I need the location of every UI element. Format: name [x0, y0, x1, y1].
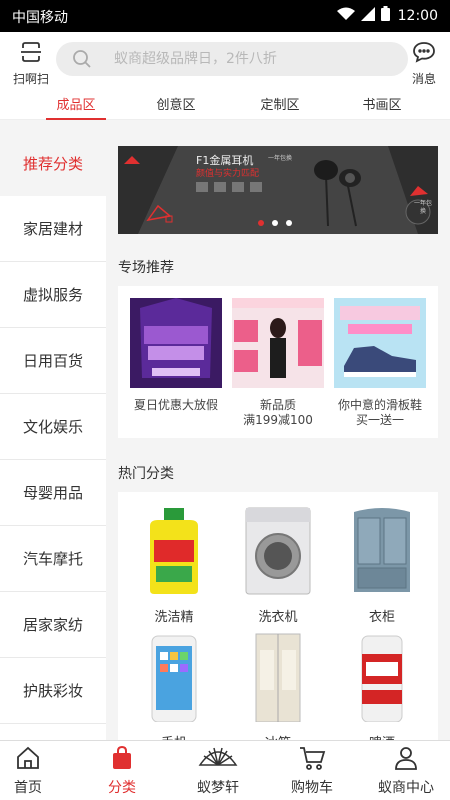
- special-caption-sub: 满199减100: [243, 413, 313, 427]
- category-content: F1金属耳机 一年包换 颜值与实力匹配 一年包换 专场推荐 夏日优惠大放假 新品…: [106, 130, 450, 740]
- hot-item-label: 洗衣机: [258, 610, 298, 625]
- banner-badge: 一年包换: [414, 200, 433, 215]
- smartphone-icon: [134, 632, 214, 723]
- sidebar-item-home-building[interactable]: 家居建材: [0, 196, 106, 262]
- carousel-dot[interactable]: [258, 220, 264, 226]
- hot-item-beer[interactable]: 啤酒: [334, 632, 430, 740]
- clock: 12:00: [397, 7, 438, 24]
- user-icon: [393, 747, 419, 775]
- search-icon: [72, 49, 92, 73]
- sidebar-item-daily-goods[interactable]: 日用百货: [0, 328, 106, 394]
- bag-icon: [109, 745, 135, 775]
- signal-icon: [360, 6, 375, 25]
- sneakers-promo-image: [334, 298, 426, 388]
- hot-item-fridge[interactable]: 冰箱: [230, 632, 326, 740]
- banner-subtitle: 颜值与实力匹配: [196, 169, 260, 179]
- hot-item-label: 啤酒: [334, 732, 430, 740]
- beer-can-icon: [342, 632, 422, 723]
- sidebar-item-virtual-service[interactable]: 虚拟服务: [0, 262, 106, 328]
- nav-label: 购物车: [291, 780, 333, 796]
- special-caption: 你中意的滑板鞋: [337, 398, 422, 412]
- hot-item-wardrobe[interactable]: 衣柜: [334, 506, 430, 625]
- carousel-indicator: [258, 220, 292, 226]
- wifi-icon: [336, 7, 355, 25]
- hot-item-phone[interactable]: 手机: [126, 632, 222, 740]
- tab-custom[interactable]: 定制区: [240, 94, 320, 113]
- promo-banner[interactable]: F1金属耳机 一年包换 颜值与实力匹配 一年包换: [118, 146, 438, 234]
- tab-calligraphy[interactable]: 书画区: [342, 94, 422, 113]
- battery-icon: [380, 6, 390, 25]
- carousel-dot[interactable]: [286, 220, 292, 226]
- special-item-new[interactable]: 新品质 满199减100: [232, 298, 324, 428]
- message-button[interactable]: 消息: [406, 40, 442, 87]
- hot-section-title: 热门分类: [118, 466, 174, 482]
- special-item-summer[interactable]: 夏日优惠大放假: [130, 298, 222, 413]
- tab-creative[interactable]: 创意区: [136, 94, 216, 113]
- nav-cart[interactable]: 购物车: [272, 745, 352, 797]
- fan-icon: [197, 747, 239, 775]
- sidebar-item-culture[interactable]: 文化娱乐: [0, 394, 106, 460]
- sidebar-item-auto[interactable]: 汽车摩托: [0, 526, 106, 592]
- zone-tabs: 成品区 创意区 定制区 书画区: [0, 88, 450, 120]
- hot-item-label: 洗洁精: [154, 610, 194, 625]
- status-bar: 中国移动 12:00: [0, 0, 450, 32]
- search-bar[interactable]: [56, 42, 408, 76]
- special-caption: 新品质: [259, 398, 296, 412]
- carrier-name: 中国移动: [12, 10, 68, 26]
- category-sidebar: 推荐分类 家居建材 虚拟服务 日用百货 文化娱乐 母婴用品 汽车摩托 居家家纺 …: [0, 130, 106, 740]
- banner-tag: 一年包换: [268, 155, 293, 162]
- nav-label: 分类: [108, 780, 136, 796]
- hot-item-label: 衣柜: [368, 610, 395, 625]
- nav-category[interactable]: 分类: [82, 745, 162, 797]
- special-caption: 夏日优惠大放假: [133, 398, 218, 412]
- message-label: 消息: [411, 72, 436, 86]
- sidebar-item-recommended[interactable]: 推荐分类: [0, 130, 106, 196]
- special-section-title: 专场推荐: [118, 260, 174, 276]
- top-bar: 扫啊扫 消息: [0, 32, 450, 88]
- hot-item-washing-machine[interactable]: 洗衣机: [230, 506, 326, 625]
- wardrobe-icon: [342, 506, 422, 596]
- hot-item-detergent[interactable]: 洗洁精: [126, 506, 222, 625]
- special-list: 夏日优惠大放假 新品质 满199减100 你中意的滑板鞋 买一送一: [118, 286, 438, 438]
- scan-icon: [19, 42, 43, 68]
- hot-item-label: 冰箱: [230, 732, 326, 740]
- nav-user-center[interactable]: 蚁商中心: [366, 745, 446, 797]
- carousel-dot[interactable]: [272, 220, 278, 226]
- sidebar-item-baby[interactable]: 母婴用品: [0, 460, 106, 526]
- nav-label: 蚁梦轩: [197, 780, 239, 796]
- nav-yimengxuan[interactable]: 蚁梦轩: [178, 745, 258, 797]
- cart-icon: [298, 747, 326, 775]
- message-icon: [412, 42, 436, 68]
- detergent-bottle-icon: [134, 506, 214, 596]
- nav-label: 首页: [14, 780, 42, 796]
- hot-category-grid: 洗洁精 洗衣机 衣柜: [118, 492, 438, 740]
- special-caption-sub: 买一送一: [355, 413, 404, 427]
- refrigerator-icon: [238, 632, 318, 723]
- sidebar-item-textiles[interactable]: 居家家纺: [0, 592, 106, 658]
- bottom-nav: 首页 分类 蚁梦轩 购物车 蚁商中心: [0, 740, 450, 800]
- washing-machine-icon: [238, 506, 318, 596]
- new-quality-image: [232, 298, 324, 388]
- summer-promo-image: [130, 298, 222, 388]
- scan-label: 扫啊扫: [12, 72, 49, 86]
- tab-finished[interactable]: 成品区: [36, 94, 116, 120]
- scan-button[interactable]: 扫啊扫: [10, 40, 52, 87]
- home-icon: [15, 746, 41, 775]
- sidebar-item-skincare[interactable]: 护肤彩妆: [0, 658, 106, 724]
- nav-home[interactable]: 首页: [0, 745, 68, 797]
- search-input[interactable]: [114, 42, 394, 76]
- special-item-sneakers[interactable]: 你中意的滑板鞋 买一送一: [334, 298, 426, 428]
- nav-label: 蚁商中心: [378, 780, 434, 796]
- hot-item-label: 手机: [126, 732, 222, 740]
